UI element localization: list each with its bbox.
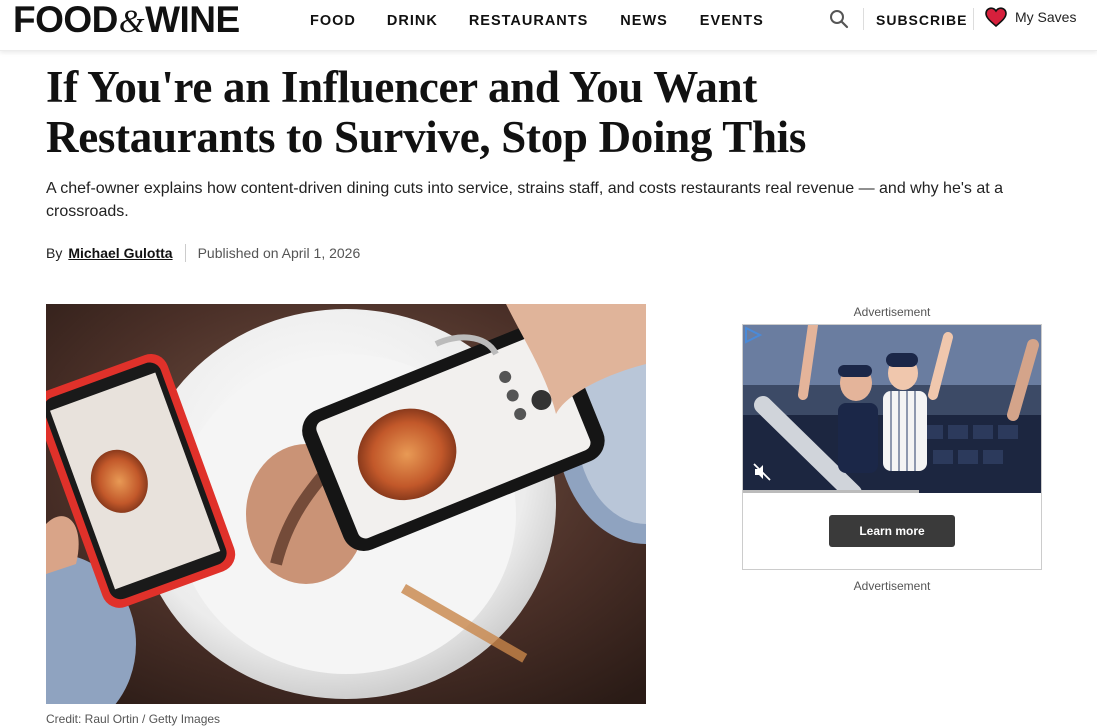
search-button[interactable] [828, 8, 850, 30]
ad-video-frame [743, 325, 1041, 493]
site-header: FOOD&WINE FOOD DRINK RESTAURANTS NEWS EV… [0, 0, 1097, 51]
logo-text-food: FOOD [13, 0, 118, 40]
hero-image [46, 304, 646, 704]
author-link[interactable]: Michael Gulotta [68, 244, 172, 262]
ad-label-bottom: Advertisement [853, 579, 931, 593]
nav-item-restaurants[interactable]: RESTAURANTS [469, 12, 588, 30]
ad-video-progress-bar [743, 490, 919, 493]
learn-more-button[interactable]: Learn more [829, 515, 955, 547]
logo-text-wine: WINE [145, 0, 240, 40]
article-headline: If You're an Influencer and You Want Res… [46, 62, 807, 162]
nav-item-news[interactable]: NEWS [620, 12, 668, 30]
logo-ampersand: & [118, 4, 145, 40]
search-icon [830, 10, 849, 29]
subscribe-link[interactable]: SUBSCRIBE [876, 11, 967, 29]
my-saves-link[interactable]: My Saves [985, 7, 1076, 27]
image-credit: Credit: Raul Ortin / Getty Images [46, 712, 221, 726]
byline-prefix: By [46, 245, 63, 261]
hero-photo-illustration [46, 304, 646, 704]
ad-video[interactable] [743, 325, 1041, 493]
header-divider [973, 8, 974, 30]
byline-divider [184, 244, 186, 262]
byline: By Michael Gulotta Published on April 1,… [46, 244, 360, 262]
muted-speaker-icon[interactable] [753, 463, 771, 481]
nav-item-drink[interactable]: DRINK [387, 12, 438, 30]
ad-label-top: Advertisement [853, 305, 931, 319]
ad-unit[interactable]: Learn more [742, 324, 1042, 570]
main-nav: FOOD DRINK RESTAURANTS NEWS EVENTS [310, 12, 764, 30]
heart-icon [985, 7, 1007, 27]
nav-item-events[interactable]: EVENTS [700, 12, 764, 30]
publish-date: Published on April 1, 2026 [197, 245, 361, 261]
site-logo[interactable]: FOOD&WINE [13, 0, 240, 40]
article-dek: A chef-owner explains how content-driven… [46, 180, 1004, 220]
nav-item-food[interactable]: FOOD [310, 12, 356, 30]
header-divider [863, 8, 864, 30]
my-saves-label: My Saves [1015, 9, 1077, 25]
